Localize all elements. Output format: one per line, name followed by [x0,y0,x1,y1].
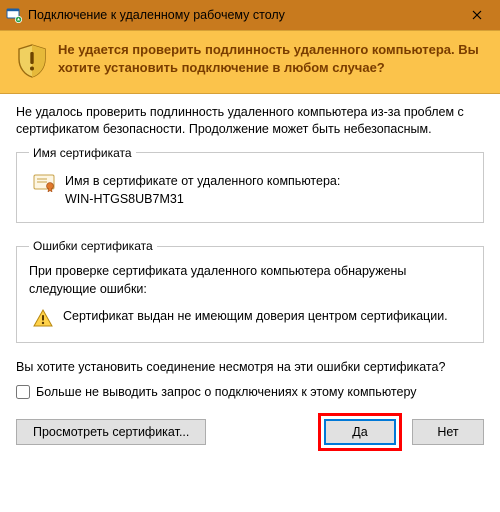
confirm-question: Вы хотите установить соединение несмотря… [16,359,484,377]
certificate-name-value: WIN-HTGS8UB7M31 [65,190,340,208]
intro-text: Не удалось проверить подлинность удаленн… [16,104,484,138]
certificate-errors-group: Ошибки сертификата При проверке сертифик… [16,239,484,343]
yes-button[interactable]: Да [324,419,396,445]
warning-banner: Не удается проверить подлинность удаленн… [0,30,500,94]
titlebar: Подключение к удаленному рабочему столу [0,0,500,30]
close-button[interactable] [454,0,500,30]
shield-icon [16,43,48,79]
window-title: Подключение к удаленному рабочему столу [28,8,454,22]
certificate-icon [33,174,55,192]
yes-button-highlight: Да [318,413,402,451]
certificate-errors-intro: При проверке сертификата удаленного комп… [29,263,471,298]
view-certificate-button[interactable]: Просмотреть сертификат... [16,419,206,445]
certificate-errors-legend: Ошибки сертификата [29,239,157,253]
warning-banner-text: Не удается проверить подлинность удаленн… [58,41,484,76]
certificate-name-legend: Имя сертификата [29,146,136,160]
certificate-from-label: Имя в сертификате от удаленного компьюте… [65,172,340,190]
dont-ask-again-label[interactable]: Больше не выводить запрос о подключениях… [36,385,417,399]
button-row: Просмотреть сертификат... Да Нет [0,413,500,465]
certificate-name-group: Имя сертификата Имя в сертификате от уда… [16,146,484,223]
warning-triangle-icon [33,308,53,328]
rdp-app-icon [6,7,22,23]
no-button[interactable]: Нет [412,419,484,445]
dont-ask-again-checkbox[interactable] [16,385,30,399]
certificate-error-item: Сертификат выдан не имеющим доверия цент… [63,308,448,326]
